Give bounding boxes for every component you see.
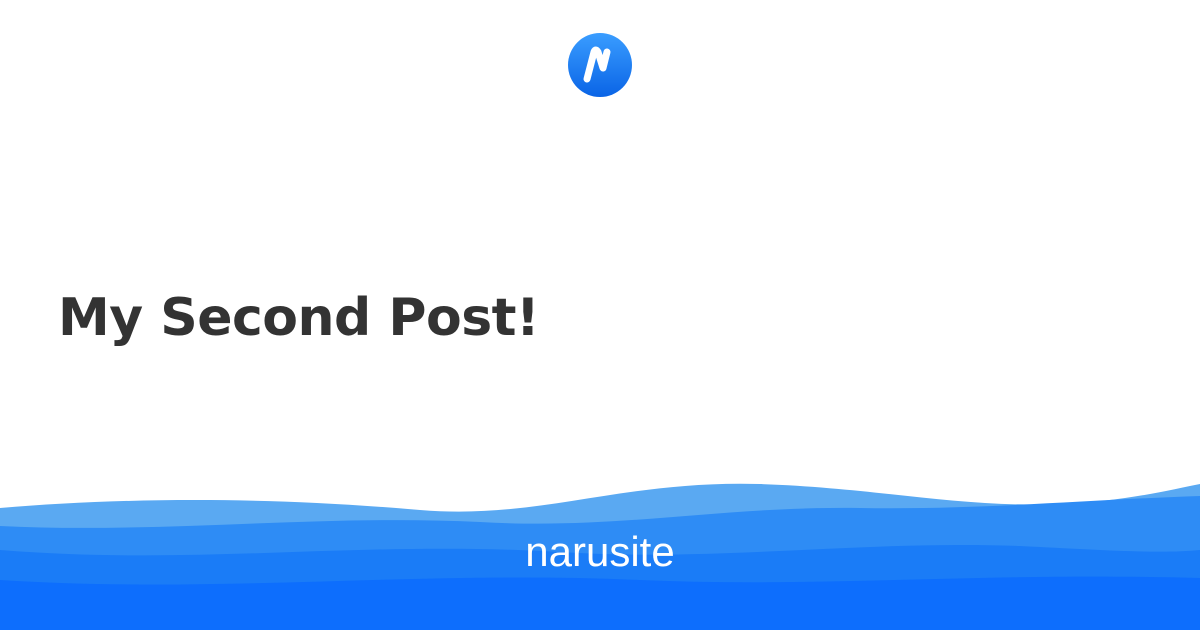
site-name: narusite (525, 528, 675, 575)
narusite-logo-icon (567, 32, 633, 98)
og-card: My Second Post! narusite (0, 0, 1200, 630)
post-title: My Second Post! (58, 288, 540, 348)
wave-front (0, 576, 1200, 630)
